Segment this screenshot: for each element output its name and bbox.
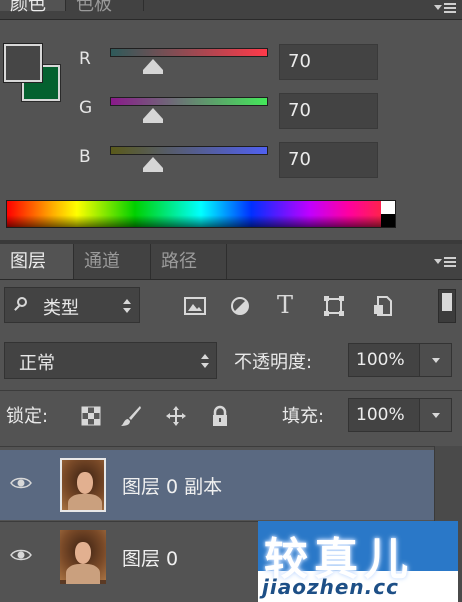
layer-filter-select[interactable]: 类型 (4, 287, 140, 323)
opacity-field[interactable]: 100% (348, 343, 420, 377)
color-panel-tabbar: 颜色 色板 (0, 0, 462, 20)
r-slider-track[interactable] (110, 48, 268, 57)
search-icon (17, 297, 27, 307)
image-filter-icon[interactable] (184, 296, 206, 316)
row-separator (0, 390, 462, 391)
eye-icon[interactable] (10, 476, 32, 490)
blend-mode-select[interactable]: 正常 (4, 342, 217, 379)
panel-menu-icon[interactable] (434, 0, 456, 16)
r-value-field[interactable]: 70 (279, 44, 378, 80)
black-white-swatch[interactable] (381, 201, 395, 227)
adjustment-filter-icon[interactable] (229, 296, 251, 316)
row-separator (0, 446, 462, 447)
fill-field[interactable]: 100% (348, 398, 420, 432)
lock-image-pixels-icon[interactable] (120, 405, 142, 427)
layer-thumbnail (60, 458, 106, 512)
color-spectrum-ramp[interactable] (6, 200, 396, 228)
watermark-logo: 较真儿 jiaozhen.cc (258, 521, 458, 602)
g-value-field[interactable]: 70 (279, 93, 378, 129)
opacity-dropdown-button[interactable] (419, 343, 452, 377)
lock-position-icon[interactable] (165, 405, 187, 427)
b-value-field[interactable]: 70 (279, 142, 378, 178)
watermark-url-text: jiaozhen.cc (262, 575, 399, 599)
r-slider-thumb[interactable] (143, 59, 163, 74)
tab-channels[interactable]: 通道 (74, 244, 151, 279)
fill-label: 填充: (282, 406, 325, 427)
channel-label-b: B (79, 147, 91, 167)
type-filter-icon[interactable]: T (277, 291, 299, 319)
foreground-color-swatch[interactable] (3, 43, 43, 83)
fill-dropdown-button[interactable] (419, 398, 452, 432)
tab-paths[interactable]: 路径 (151, 244, 227, 279)
b-slider-track[interactable] (110, 146, 268, 155)
filter-type-label: 类型 (43, 298, 79, 319)
chevron-updown-icon (123, 299, 131, 313)
layer-row[interactable]: 图层 0 副本 (0, 450, 434, 520)
tab-color[interactable]: 颜色 (0, 0, 66, 15)
filter-toggle-switch[interactable] (438, 289, 456, 323)
channel-label-g: G (79, 98, 93, 118)
layer-thumbnail (60, 530, 106, 584)
lock-label: 锁定: (6, 406, 49, 427)
b-slider-thumb[interactable] (143, 157, 163, 172)
layers-panel-menu-icon[interactable] (434, 254, 456, 270)
layer-name: 图层 0 (122, 548, 179, 570)
smart-object-filter-icon[interactable] (372, 296, 394, 316)
shape-filter-icon[interactable] (323, 296, 345, 316)
opacity-label: 不透明度: (234, 352, 313, 373)
layer-name: 图层 0 副本 (122, 476, 223, 498)
layers-panel-tabbar: 图层 通道 路径 (0, 244, 462, 280)
g-slider-thumb[interactable] (143, 108, 163, 123)
chevron-updown-icon (201, 354, 209, 368)
g-slider-track[interactable] (110, 97, 268, 106)
tab-layers[interactable]: 图层 (0, 244, 74, 279)
blend-mode-label: 正常 (19, 353, 55, 374)
tab-swatches[interactable]: 色板 (66, 0, 144, 15)
lock-transparent-pixels-icon[interactable] (80, 405, 102, 427)
eye-icon[interactable] (10, 548, 32, 562)
lock-all-icon[interactable] (209, 405, 231, 427)
channel-label-r: R (79, 49, 91, 69)
